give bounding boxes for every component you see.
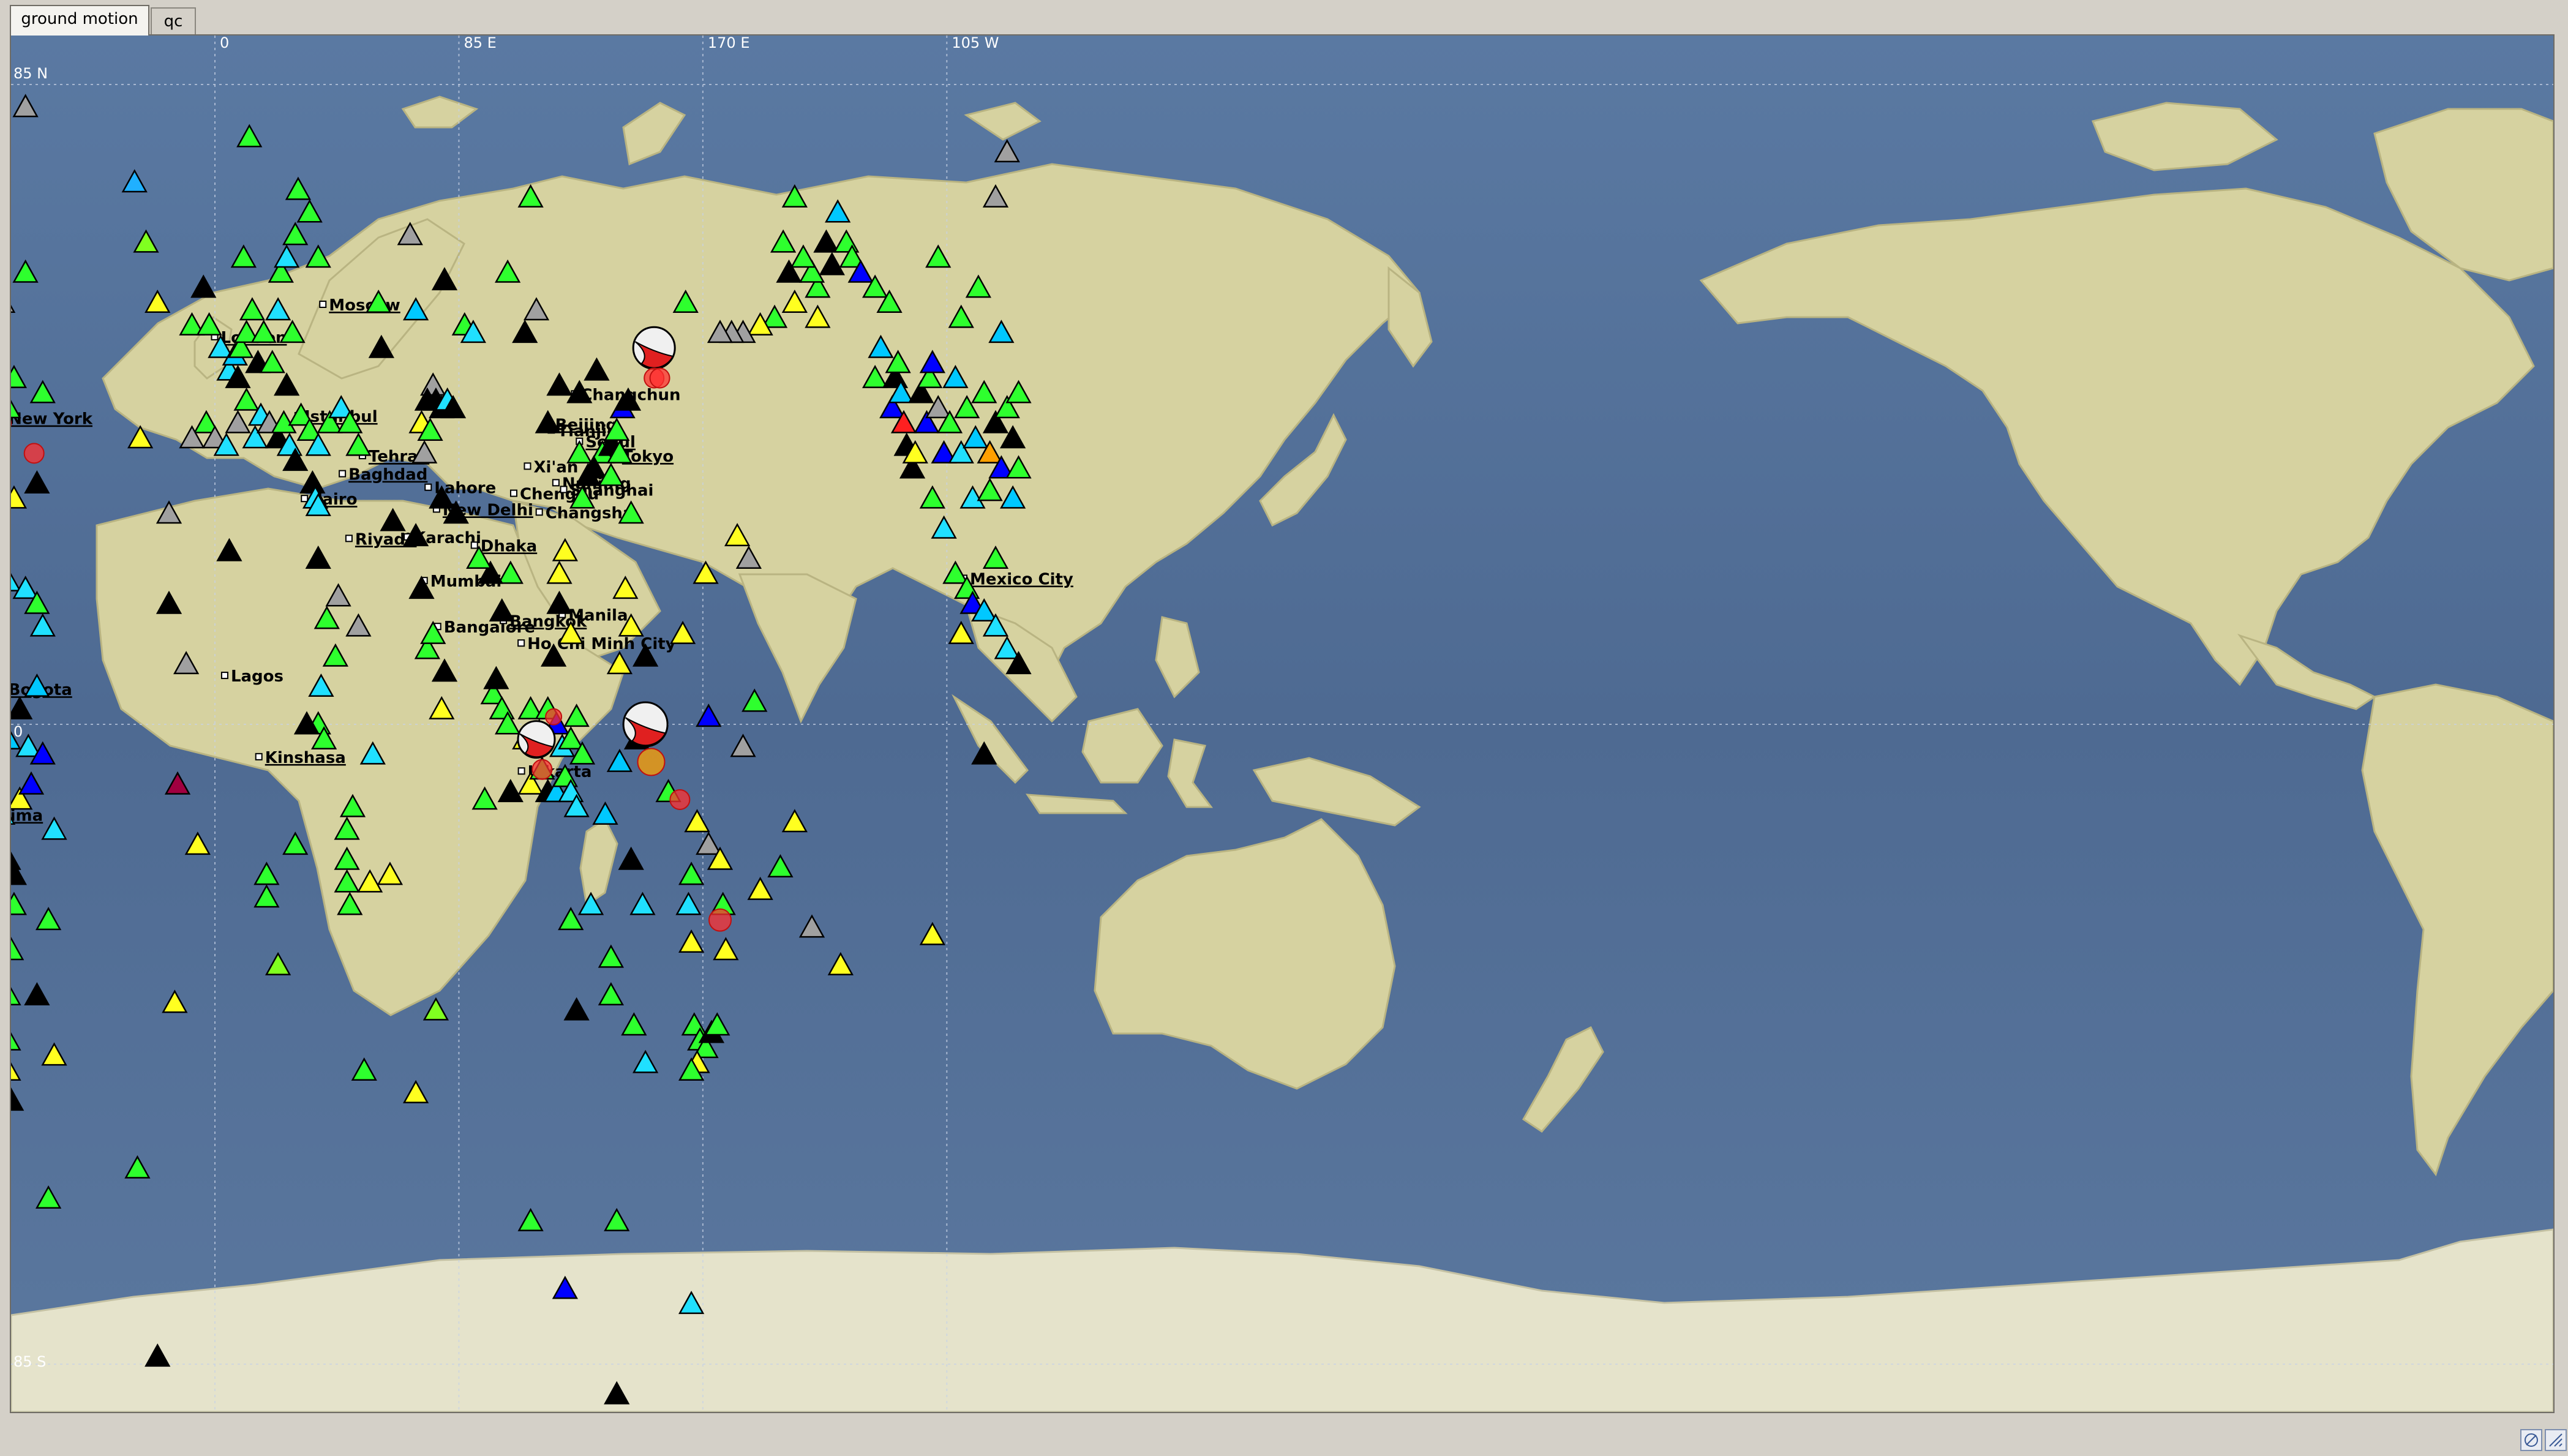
city-square [509, 489, 517, 497]
lon-label: 85 E [464, 36, 496, 51]
lon-label: 170 E [708, 36, 750, 51]
status-bar [0, 1414, 2568, 1456]
city-label: Mexico City [970, 570, 1073, 588]
city-marker: Mexico City [959, 570, 1073, 588]
city-square [560, 486, 568, 493]
city-square [470, 541, 478, 549]
focal-mechanism-beachball[interactable] [622, 701, 669, 748]
city-marker: Baghdad [339, 466, 427, 484]
lat-label: 85 N [13, 65, 48, 82]
city-square [255, 752, 263, 760]
event-circle[interactable] [669, 789, 691, 810]
city-square [517, 639, 525, 647]
city-label: Beijing [555, 416, 617, 434]
city-marker: Lahore [424, 479, 496, 498]
event-circle[interactable] [531, 759, 553, 780]
tab-bar: ground motion qc [0, 0, 2568, 36]
world-map-view[interactable]: LondonMoscowIstanbulTehranBaghdadCairoRi… [10, 34, 2555, 1413]
lat-label: 0 [13, 723, 23, 740]
city-label: Kinshasa [265, 749, 346, 767]
focal-mechanism-beachball[interactable] [517, 720, 556, 759]
city-label: New York [11, 410, 93, 429]
city-label: Dhaka [481, 537, 537, 555]
lat-label: 85 S [13, 1353, 46, 1370]
event-circle[interactable] [23, 443, 45, 464]
city-label: Lagos [231, 667, 283, 686]
city-square [535, 508, 543, 516]
city-square [339, 470, 347, 478]
map-settings-icon[interactable] [2520, 1429, 2542, 1451]
city-marker: Lagos [220, 667, 283, 686]
city-square [345, 535, 353, 542]
city-square [319, 300, 327, 308]
city-marker: Kinshasa [255, 749, 346, 767]
event-circle[interactable] [545, 708, 563, 726]
city-square [524, 462, 531, 470]
lon-label: 105 W [952, 36, 999, 51]
city-square [424, 483, 432, 491]
event-circle[interactable] [708, 908, 732, 932]
tab-qc[interactable]: qc [151, 7, 196, 34]
resize-grip-icon[interactable] [2545, 1429, 2567, 1451]
city-marker: New York [11, 410, 93, 429]
event-circle[interactable] [637, 748, 666, 776]
city-marker: Ho Chi Minh City [517, 635, 676, 653]
city-square [517, 767, 525, 775]
event-circle[interactable] [649, 367, 670, 389]
tab-ground-motion[interactable]: ground motion [10, 5, 149, 36]
lon-label: 0 [220, 36, 229, 51]
city-square [301, 495, 309, 503]
map-canvas[interactable]: LondonMoscowIstanbulTehranBaghdadCairoRi… [11, 36, 2553, 1412]
city-square [552, 479, 560, 487]
city-label: Manila [568, 607, 628, 625]
city-square [220, 672, 228, 680]
focal-mechanism-beachball[interactable] [632, 326, 676, 370]
city-label: Baghdad [348, 466, 427, 484]
